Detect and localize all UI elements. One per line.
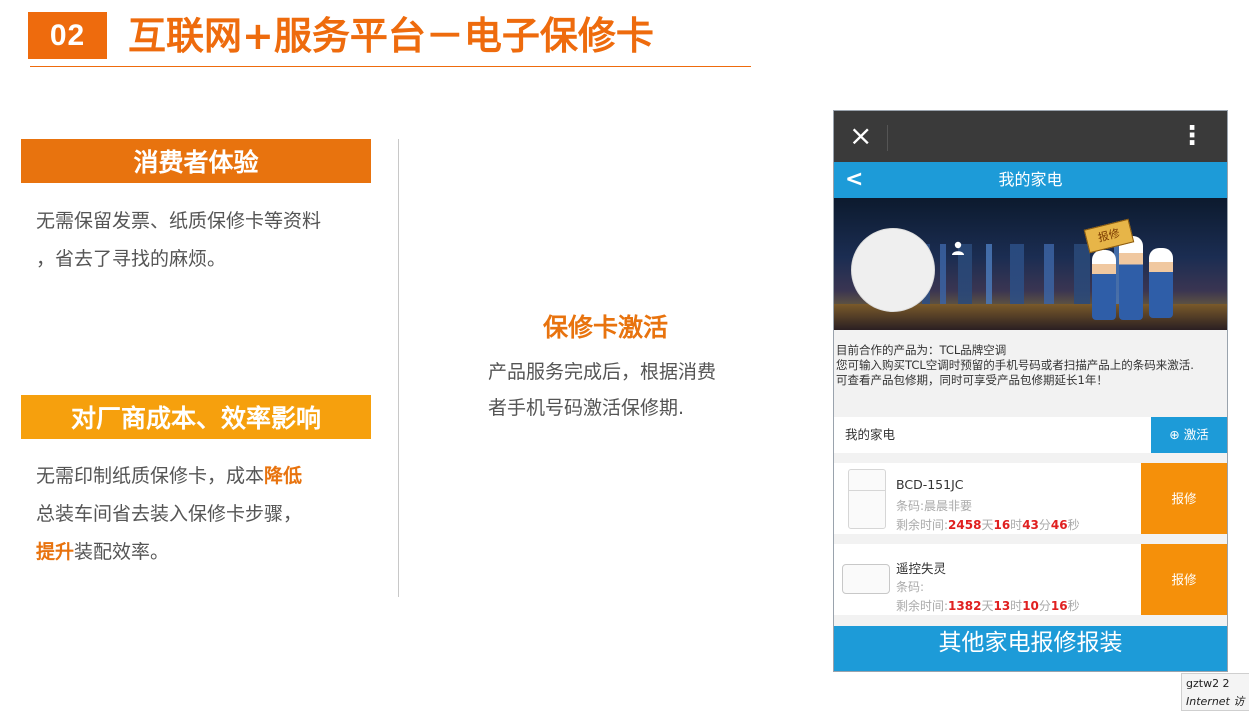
- highlight-reduce: 降低: [264, 465, 303, 487]
- remaining-time-label: 剩余时间:: [896, 518, 949, 532]
- manufacturer-impact-text: 无需印制纸质保修卡，成本降低 总装车间省去装入保修卡步骤， 提升装配效率。: [36, 457, 366, 571]
- consumer-experience-text: 无需保留发票、纸质保修卡等资料 ，省去了寻找的麻烦。: [36, 202, 366, 278]
- worker-figure-2: [1119, 236, 1143, 320]
- activation-text-line-2: 者手机号码激活保修期.: [488, 397, 685, 419]
- day-unit: 天: [981, 599, 994, 613]
- manufacturer-line3-suffix: 装配效率。: [74, 541, 170, 563]
- status-id: gztw2 2: [1186, 677, 1230, 690]
- appliance-card[interactable]: BCD-151JC 条码:晨晨非要 剩余时间:2458天16时43分46秒 报修: [834, 463, 1227, 534]
- column-divider: [398, 139, 399, 597]
- status-zone: Internet 访: [1186, 695, 1245, 708]
- appliance-card[interactable]: 遥控失灵 条码: 剩余时间:1382天13时10分16秒 报修: [834, 544, 1227, 615]
- consumer-experience-heading: 消费者体验: [21, 139, 371, 183]
- user-icon-svg: [952, 241, 964, 255]
- info-line-2: 您可输入购买TCL空调时预留的手机号码或者扫描产品上的条码来激活.: [836, 358, 1194, 372]
- avatar[interactable]: [851, 228, 935, 312]
- repair-button[interactable]: 报修: [1141, 463, 1227, 534]
- minute-unit: 分: [1038, 518, 1051, 532]
- highlight-improve: 提升: [36, 541, 75, 563]
- title-underline: [30, 66, 751, 67]
- status-box: gztw2 2 Internet 访: [1181, 673, 1249, 711]
- day-unit: 天: [981, 518, 994, 532]
- seconds-value: 16: [1050, 599, 1068, 613]
- other-appliance-repair-button[interactable]: 其他家电报修报装: [834, 626, 1227, 671]
- remaining-time-label: 剩余时间:: [896, 599, 949, 613]
- second-unit: 秒: [1067, 518, 1080, 532]
- appliance-barcode: 条码:晨晨非要: [896, 499, 973, 513]
- phone-nav-bar: 我的家电 <: [834, 162, 1227, 198]
- seconds-value: 46: [1050, 518, 1068, 532]
- page-title: 互联网+服务平台－电子保修卡: [128, 14, 654, 58]
- back-icon[interactable]: <: [845, 165, 863, 195]
- my-appliance-label: 我的家电: [845, 427, 896, 442]
- phone-screenshot: × ⋮ 我的家电 < 报修 目前合作的产品为：TCL品牌空调 您可输入购买TCL…: [833, 110, 1228, 672]
- minutes-value: 43: [1022, 518, 1039, 532]
- worker-figure-1: [1092, 250, 1116, 320]
- hours-value: 13: [993, 599, 1011, 613]
- appliance-barcode: 条码:: [896, 580, 925, 594]
- more-menu-icon[interactable]: ⋮: [1179, 119, 1205, 153]
- air-conditioner-icon: [842, 564, 890, 594]
- manufacturer-text-line-2: 总装车间省去装入保修卡步骤，: [36, 503, 303, 525]
- minutes-value: 10: [1022, 599, 1039, 613]
- manufacturer-text-line-3: 提升装配效率。: [36, 533, 366, 571]
- fridge-door-line: [849, 490, 885, 491]
- activation-text-line-1: 产品服务完成后，根据消费: [488, 361, 717, 383]
- close-icon[interactable]: ×: [849, 119, 872, 153]
- consumer-text-line-1: 无需保留发票、纸质保修卡等资料: [36, 210, 322, 232]
- activation-text: 产品服务完成后，根据消费 者手机号码激活保修期.: [488, 354, 778, 426]
- minute-unit: 分: [1038, 599, 1051, 613]
- activate-button[interactable]: ⊕ 激活: [1151, 417, 1227, 453]
- phone-nav-title: 我的家电: [998, 170, 1063, 189]
- second-unit: 秒: [1067, 599, 1080, 613]
- manufacturer-impact-heading: 对厂商成本、效率影响: [21, 395, 371, 439]
- days-value: 2458: [948, 518, 982, 532]
- banner-image: 报修: [834, 198, 1227, 330]
- manufacturer-line1-prefix: 无需印制纸质保修卡，成本: [36, 465, 265, 487]
- info-text: 目前合作的产品为：TCL品牌空调 您可输入购买TCL空调时预留的手机号码或者扫描…: [836, 343, 1224, 388]
- consumer-text-line-2: ，省去了寻找的麻烦。: [36, 248, 227, 270]
- hours-value: 16: [993, 518, 1011, 532]
- remaining-time: 剩余时间:1382天13时10分16秒: [896, 597, 1080, 614]
- hour-unit: 时: [1010, 599, 1023, 613]
- manufacturer-text-line-1: 无需印制纸质保修卡，成本降低: [36, 457, 366, 495]
- user-icon: [950, 240, 966, 260]
- activation-heading: 保修卡激活: [542, 313, 668, 342]
- worker-figure-3: [1149, 248, 1173, 318]
- days-value: 1382: [948, 599, 982, 613]
- section-number: 02: [28, 12, 107, 59]
- appliance-name: 遥控失灵: [896, 561, 947, 576]
- info-line-3: 可查看产品包修期，同时可享受产品包修期延长1年！: [836, 373, 1108, 387]
- repair-button[interactable]: 报修: [1141, 544, 1227, 615]
- fridge-icon: [848, 469, 886, 529]
- phone-top-bar: × ⋮: [834, 111, 1227, 162]
- appliance-name: BCD-151JC: [896, 477, 964, 492]
- top-bar-separator: [887, 125, 888, 151]
- hour-unit: 时: [1010, 518, 1023, 532]
- info-line-1: 目前合作的产品为：TCL品牌空调: [836, 343, 1007, 357]
- remaining-time: 剩余时间:2458天16时43分46秒: [896, 516, 1080, 533]
- my-appliance-row: 我的家电 ⊕ 激活: [834, 417, 1227, 453]
